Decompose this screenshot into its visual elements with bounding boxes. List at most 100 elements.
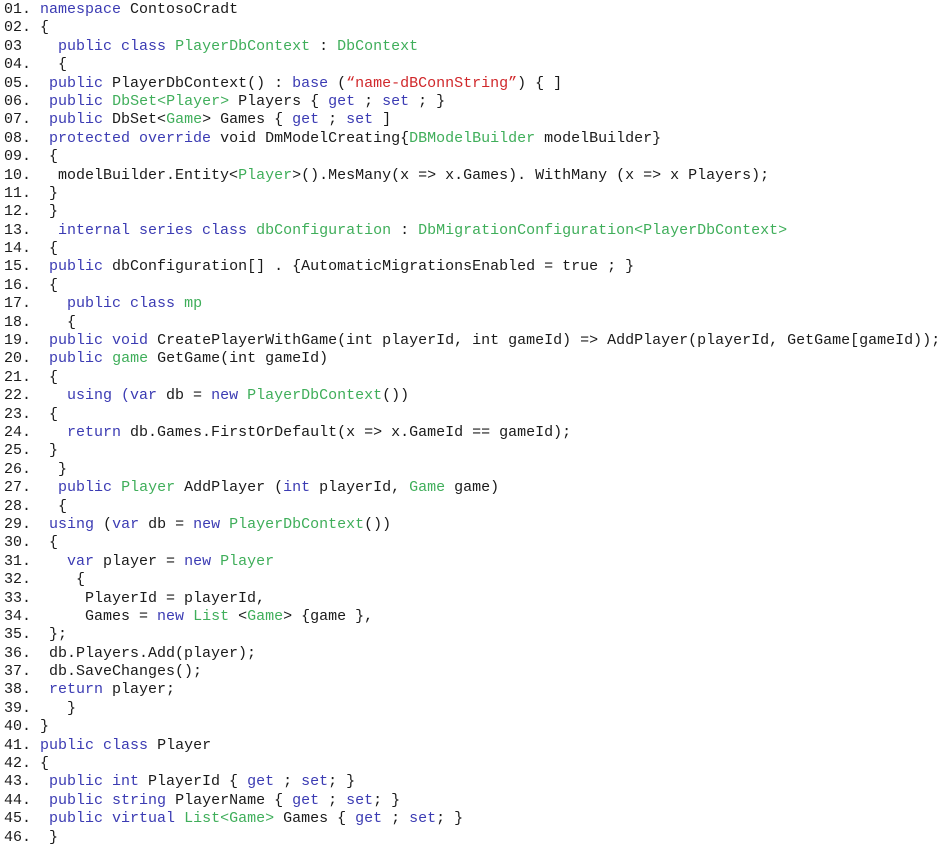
code-line: 39. } [4,700,940,718]
code-line: 45. public virtual List<Game> Games { ge… [4,810,940,828]
type-token: Player [121,479,176,497]
code-line: 33. PlayerId = playerId, [4,590,940,608]
line-number: 16. [4,276,32,294]
code-line: 34. Games = new List <Game> {game }, [4,608,940,626]
code-line: 25. } [4,442,940,460]
code-token: } [31,828,59,846]
keyword-token: public class [58,37,167,55]
code-line: 18. { [4,314,940,332]
code-line: 28. { [4,498,940,516]
code-line: 01. namespace ContosoCradt [4,1,940,19]
code-line: 20. public game GetGame(int gameId) [4,350,940,368]
line-number: 01. [4,1,32,18]
code-line: 05. public PlayerDbContext() : base (“na… [4,75,940,93]
code-line: 46. } [4,829,940,847]
code-token: player = [94,552,185,570]
keyword-token: internal series class [58,221,248,239]
code-token: { [31,148,59,166]
string-token: “name-dBConnString” [346,74,518,92]
line-number: 28. [4,497,32,515]
type-token: dbConfiguration [256,221,392,239]
line-number: 26. [4,460,32,478]
line-number: 17. [4,295,32,313]
keyword-token: public virtual [49,810,176,828]
type-token: Player [238,166,293,184]
type-token: mp [184,295,203,313]
code-line: 43. public int PlayerId { get ; set; } [4,773,940,791]
line-number: 19. [4,332,32,350]
code-line: 29. using (var db = new PlayerDbContext(… [4,516,940,534]
line-number: 39. [4,699,32,717]
code-line: 37. db.SaveChanges(); [4,663,940,681]
code-line: 14. { [4,240,940,258]
code-token: ; [382,810,410,828]
code-line: 44. public string PlayerName { get ; set… [4,792,940,810]
keyword-token: set [382,92,410,110]
code-token: PlayerId { [139,773,248,791]
code-token: ()) [364,515,392,533]
code-token: } [31,184,59,202]
type-token: game [112,350,149,368]
code-line: 27. public Player AddPlayer (int playerI… [4,479,940,497]
code-token: game) [445,479,500,497]
line-number: 32. [4,571,32,589]
line-number: 24. [4,423,32,441]
code-token: { [31,240,59,258]
code-line: 04. { [4,56,940,74]
code-token: Games { [274,810,356,828]
type-token: PlayerDbContext [247,387,383,405]
line-number: 36. [4,644,32,662]
code-token: ; [355,92,383,110]
code-token: { [31,19,50,37]
code-token: DbSet< [103,111,167,129]
line-number: 18. [4,313,32,331]
keyword-token: new [193,515,221,533]
code-token: void DmModelCreating{ [211,129,410,147]
line-number: 41. [4,736,32,754]
keyword-token: public [49,74,104,92]
code-token: }; [31,626,68,644]
code-token: dbConfiguration[] . {AutomaticMigrations… [103,258,635,276]
code-line: 22. using (var db = new PlayerDbContext(… [4,387,940,405]
code-token: modelBuilder} [535,129,662,147]
code-token: playerId, [310,479,410,497]
keyword-token: public class [40,736,149,754]
code-line: 21. { [4,369,940,387]
code-line: 35. }; [4,626,940,644]
code-line: 26. } [4,461,940,479]
code-token: ; [274,773,302,791]
keyword-token: public void [49,332,149,350]
code-line: 03 public class PlayerDbContext : DbCont… [4,38,940,56]
code-line: 23. { [4,406,940,424]
keyword-token: namespace [40,1,122,18]
code-token: CreatePlayerWithGame(int playerId, int g… [148,332,941,350]
code-token: } [31,460,68,478]
code-token: modelBuilder.Entity< [31,166,239,184]
type-token: Game [247,607,284,625]
code-token: Games = [31,607,158,625]
code-token: { [31,497,68,515]
keyword-token: using [49,515,95,533]
code-line: 19. public void CreatePlayerWithGame(int… [4,332,940,350]
code-line: 32. { [4,571,940,589]
code-token: PlayerDbContext() : [103,74,293,92]
